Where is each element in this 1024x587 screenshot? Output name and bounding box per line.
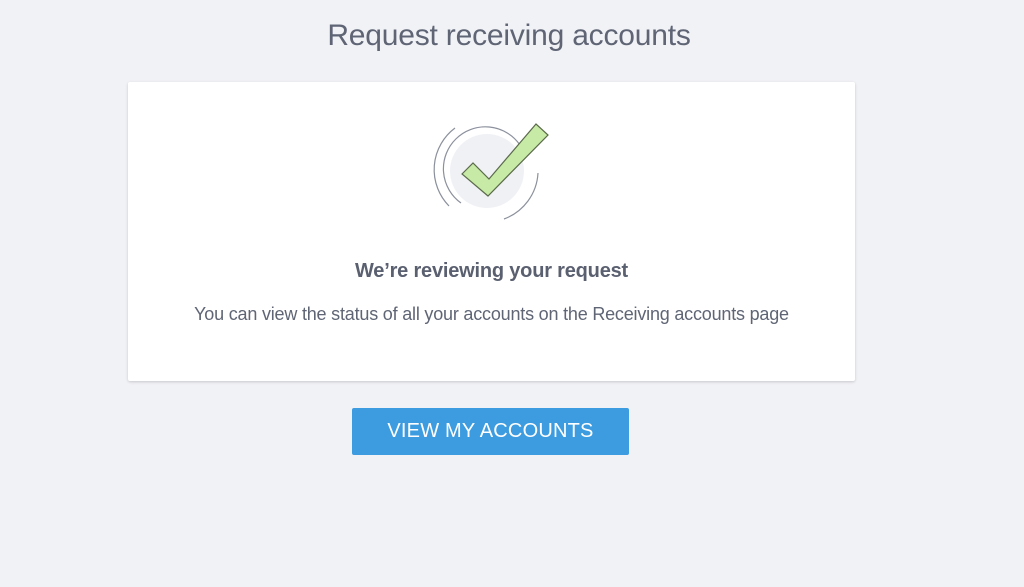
- confirmation-card: We’re reviewing your request You can vie…: [128, 82, 855, 381]
- confirmation-heading: We’re reviewing your request: [354, 260, 628, 282]
- page-title: Request receiving accounts: [327, 19, 691, 52]
- view-my-accounts-button[interactable]: VIEW MY ACCOUNTS: [352, 408, 629, 455]
- confirmation-message: You can view the status of all your acco…: [194, 304, 789, 324]
- check-circle-icon: [433, 123, 549, 220]
